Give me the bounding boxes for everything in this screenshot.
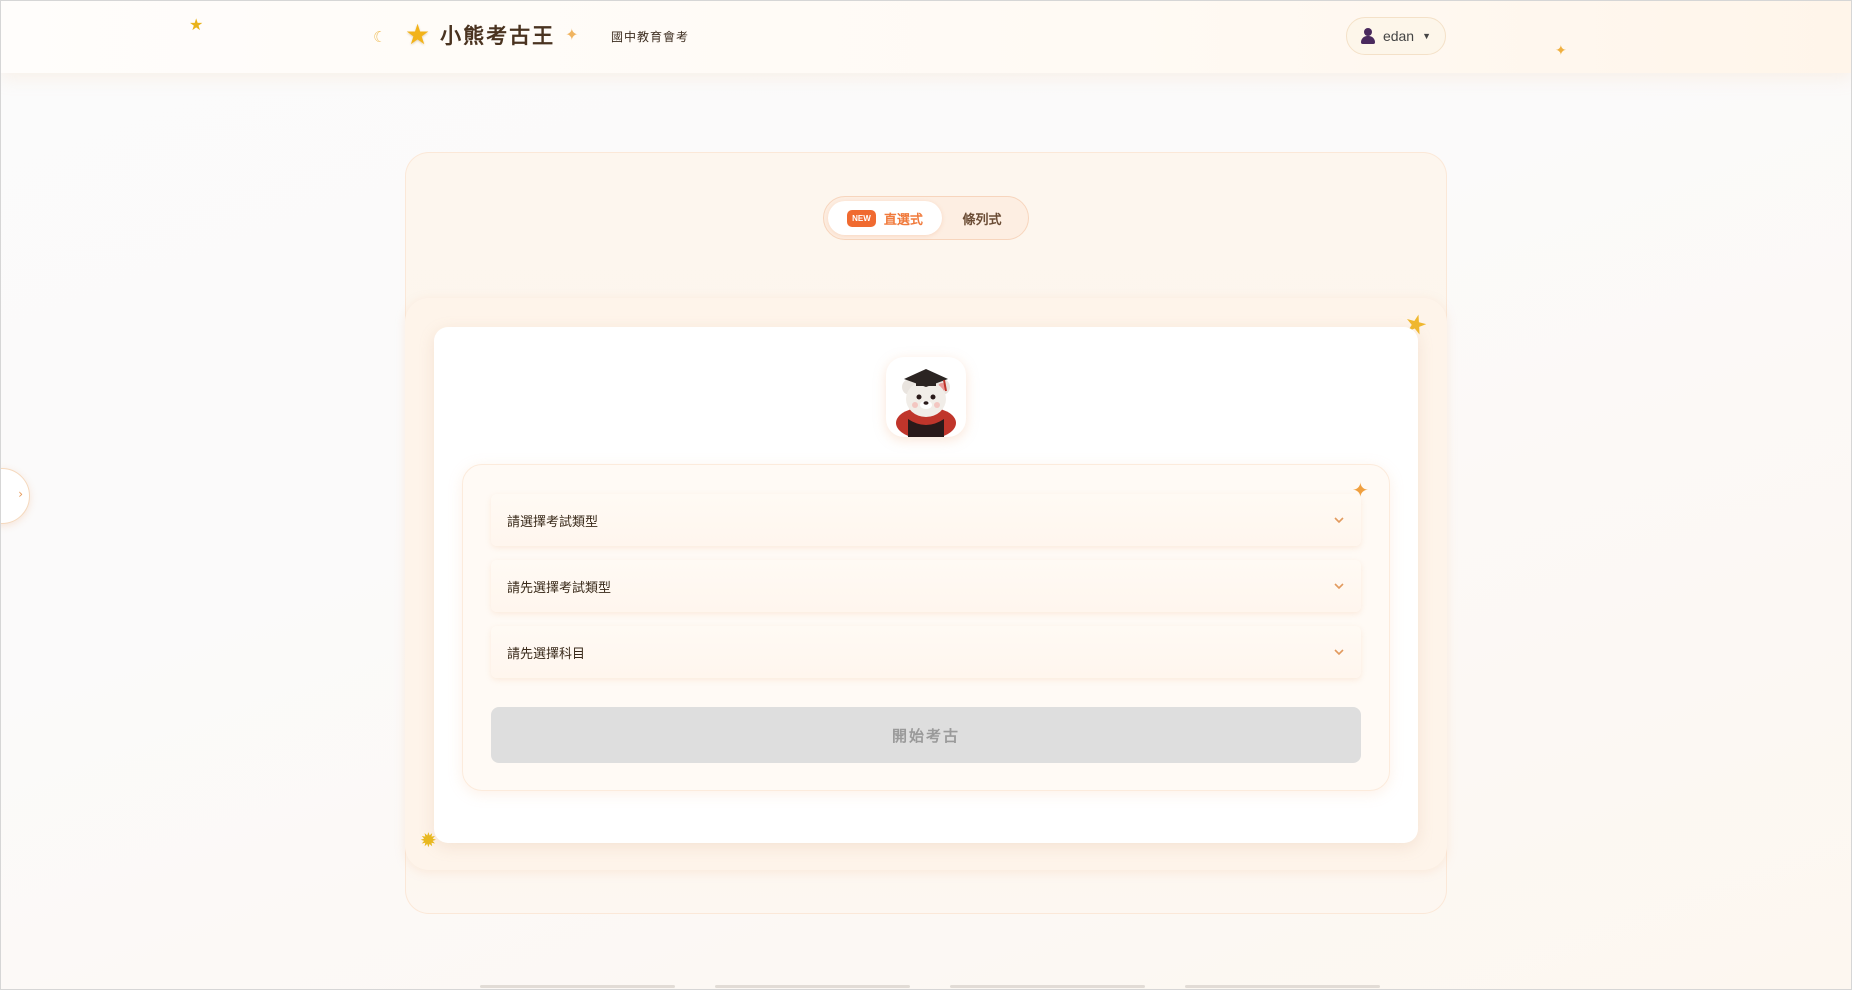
caret-down-icon: ▼	[1422, 31, 1432, 41]
tab-label: 直選式	[883, 212, 923, 228]
mode-toggle[interactable]: NEW 直選式 條列式	[823, 196, 1029, 240]
chevron-down-icon	[1334, 649, 1344, 656]
tab-list-mode[interactable]: 條列式	[942, 201, 1022, 235]
header-bar: ★ ☾ ★ 小熊考古王 ✦ 國中教育會考 edan ▼ ✦	[0, 0, 1852, 73]
tab-direct-select[interactable]: NEW 直選式	[828, 201, 942, 235]
sun-icon: ✹	[420, 828, 437, 852]
sparkle-icon: ✦	[565, 25, 579, 44]
app-title: 小熊考古王	[440, 22, 556, 48]
moon-icon: ☾	[373, 28, 387, 46]
subject-select[interactable]: 請先選擇科目	[491, 626, 1361, 678]
sparkle-icon: ✦	[1555, 43, 1567, 59]
logo-star-icon: ★	[405, 18, 431, 51]
exam-select[interactable]: 請先選擇考試類型	[491, 560, 1361, 612]
exam-type-select[interactable]: 請選擇考試類型	[491, 494, 1361, 546]
exam-type-value: 請選擇考試類型	[507, 514, 599, 530]
sidebar-toggle-button[interactable]: ›	[0, 468, 30, 524]
bottom-divider	[480, 985, 1380, 988]
brand[interactable]: ★ 小熊考古王 ✦	[405, 18, 579, 51]
page-subtitle: 國中教育會考	[611, 30, 690, 44]
chevron-down-icon	[1334, 517, 1344, 524]
user-name: edan	[1382, 28, 1415, 44]
tab-label: 條列式	[962, 212, 1002, 228]
new-badge: NEW	[847, 209, 876, 227]
subject-value: 請先選擇科目	[507, 646, 586, 662]
exam-value: 請先選擇考試類型	[507, 580, 612, 596]
chevron-down-icon	[1334, 583, 1344, 590]
user-icon	[1360, 28, 1375, 44]
start-exam-button[interactable]: 開始考古	[491, 707, 1361, 763]
chevron-right-icon: ›	[18, 487, 23, 501]
user-menu-button[interactable]: edan ▼	[1346, 17, 1446, 55]
star-icon: ★	[189, 15, 204, 34]
bear-mascot-image	[886, 357, 966, 437]
